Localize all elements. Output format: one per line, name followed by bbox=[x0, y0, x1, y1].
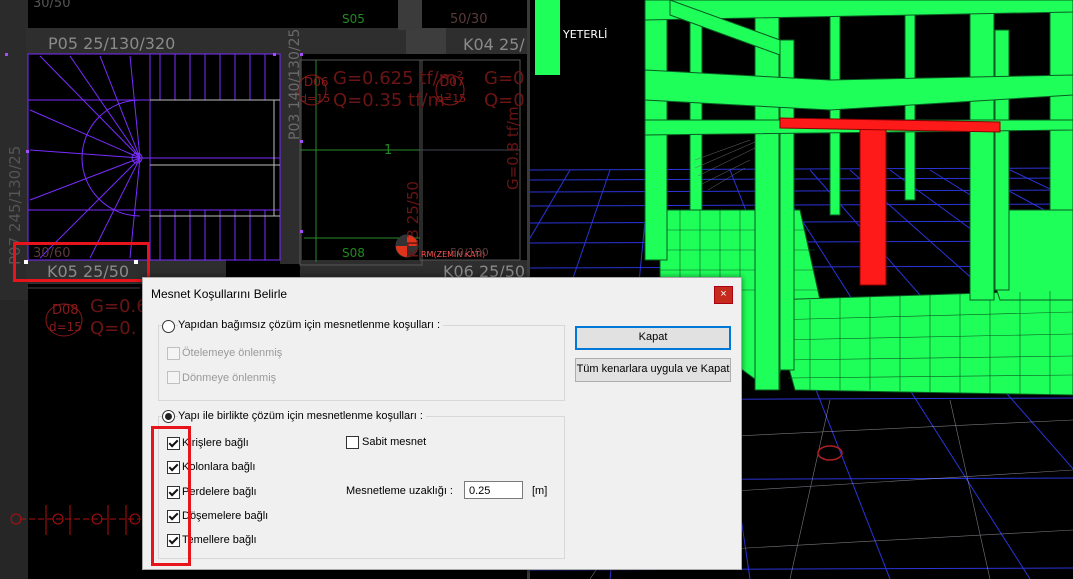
cad-label-g-vertical: G=0.8 tf/m bbox=[504, 106, 522, 190]
highlight-box-beam bbox=[13, 242, 150, 282]
radio-independent-label: Yapıdan bağımsız çözüm için mesnetlenme … bbox=[178, 319, 444, 331]
checkbox-fixed-support[interactable] bbox=[346, 436, 359, 449]
cad-label-k13: K13 25/50 bbox=[404, 181, 422, 258]
cad-label-s05: S05 bbox=[342, 12, 365, 26]
close-icon[interactable]: × bbox=[714, 286, 733, 304]
cad-label-beam-50100: 50/100 bbox=[450, 246, 489, 259]
apply-all-close-button[interactable]: Tüm kenarlara uygula ve Kapat bbox=[575, 358, 731, 382]
cad-label-number-1: 1 bbox=[384, 143, 393, 158]
checkbox-beams-label: Kirişlere bağlı bbox=[182, 437, 249, 449]
support-conditions-dialog: Mesnet Koşullarını Belirle × Yapıdan bağ… bbox=[142, 277, 742, 570]
radio-independent[interactable] bbox=[162, 320, 175, 333]
cad-label-g-bottom: G=0.6 bbox=[90, 296, 148, 317]
highlight-box-checkboxes bbox=[151, 426, 191, 566]
cad-label-p03: P03 140/130/25 bbox=[287, 28, 303, 140]
cad-label-s08: S08 bbox=[342, 246, 365, 260]
checkbox-rotation[interactable] bbox=[167, 371, 180, 384]
cad-label-k04: K04 25/ bbox=[463, 35, 525, 54]
radio-with-structure-label: Yapı ile birlikte çözüm için mesnetlenme… bbox=[178, 410, 426, 422]
cad-label-p05: P05 25/130/320 bbox=[48, 34, 176, 53]
cad-label-q-bottom: Q=0. bbox=[90, 318, 137, 339]
distance-input[interactable]: 0.25 bbox=[464, 481, 523, 499]
legend-label: YETERLİ bbox=[563, 28, 608, 41]
cad-label-d06-d: d=15 bbox=[300, 92, 331, 105]
radio-with-structure[interactable] bbox=[162, 410, 175, 423]
cad-label-q-load: Q=0.35 tf/m² bbox=[333, 90, 453, 111]
cad-label-beam-5030: 50/30 bbox=[450, 12, 488, 27]
cad-label-d06: D06 bbox=[304, 75, 329, 89]
checkbox-translation-label: Ötelemeye önlenmiş bbox=[182, 347, 283, 359]
checkbox-translation[interactable] bbox=[167, 347, 180, 360]
cad-label-d08: D08 bbox=[52, 303, 79, 318]
close-button[interactable]: Kapat bbox=[575, 326, 731, 350]
checkbox-fixed-support-label: Sabit mesnet bbox=[362, 436, 427, 448]
checkbox-columns-label: Kolonlara bağlı bbox=[182, 461, 256, 473]
checkbox-foundations-label: Temellere bağlı bbox=[182, 534, 257, 546]
independent-group bbox=[158, 325, 565, 401]
cad-label-d08-d: d=15 bbox=[49, 320, 82, 334]
cad-label-g-right: G=0 bbox=[484, 68, 525, 89]
dialog-title: Mesnet Koşullarını Belirle bbox=[151, 287, 288, 301]
distance-unit: [m] bbox=[532, 485, 548, 497]
cad-label-beam: 30/50 bbox=[33, 0, 71, 11]
checkbox-walls-label: Perdelere bağlı bbox=[182, 486, 257, 498]
cad-label-g-load: G=0.625 tf/m² bbox=[333, 68, 464, 89]
checkbox-rotation-label: Dönmeye önlenmiş bbox=[182, 372, 277, 384]
distance-label: Mesnetleme uzaklığı : bbox=[346, 485, 453, 497]
checkbox-slabs-label: Döşemelere bağlı bbox=[182, 510, 269, 522]
